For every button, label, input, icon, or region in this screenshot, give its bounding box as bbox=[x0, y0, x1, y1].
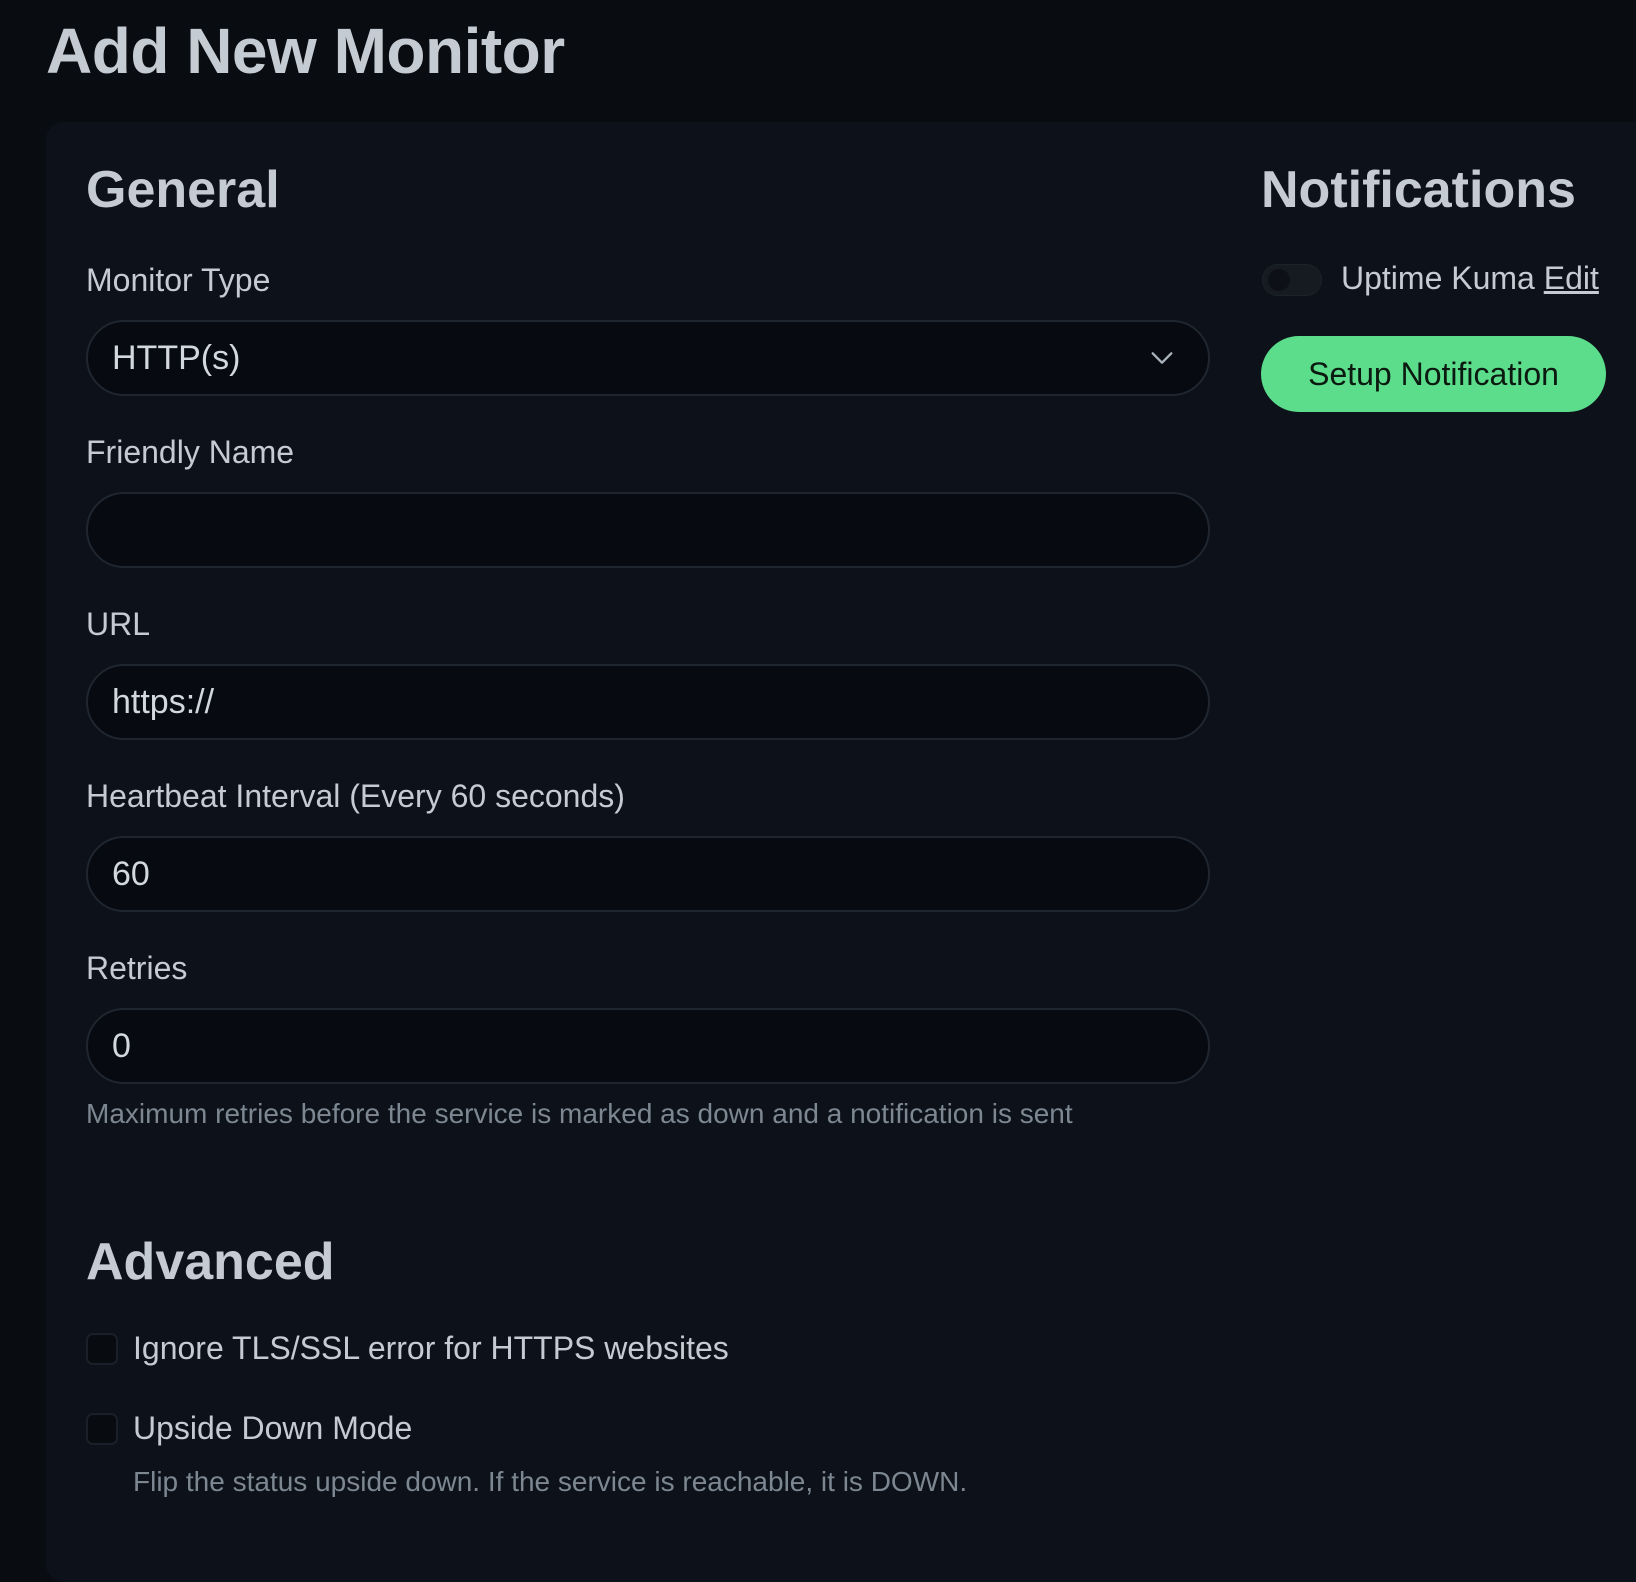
friendly-name-input[interactable] bbox=[86, 492, 1210, 568]
ignore-tls-label[interactable]: Ignore TLS/SSL error for HTTPS websites bbox=[133, 1330, 729, 1367]
ignore-tls-checkbox[interactable] bbox=[86, 1333, 118, 1365]
setup-notification-button[interactable]: Setup Notification bbox=[1261, 336, 1606, 412]
heartbeat-interval-input[interactable] bbox=[86, 836, 1210, 912]
monitor-type-label: Monitor Type bbox=[86, 262, 271, 298]
toggle-knob bbox=[1268, 269, 1290, 291]
notification-name: Uptime Kuma bbox=[1341, 260, 1535, 296]
uptime-kuma-notification-toggle[interactable] bbox=[1262, 264, 1322, 296]
notification-item-uptime-kuma: Uptime Kuma Edit bbox=[1341, 260, 1599, 297]
upside-down-help-text: Flip the status upside down. If the serv… bbox=[133, 1466, 968, 1497]
notifications-section-title: Notifications bbox=[1261, 161, 1576, 219]
url-input[interactable] bbox=[86, 664, 1210, 740]
chevron-down-icon bbox=[1151, 352, 1173, 364]
notification-edit-link[interactable]: Edit bbox=[1544, 260, 1599, 296]
advanced-section-title: Advanced bbox=[86, 1233, 335, 1291]
monitor-type-value: HTTP(s) bbox=[112, 338, 241, 377]
general-section-title: General bbox=[86, 161, 280, 219]
retries-input[interactable] bbox=[86, 1008, 1210, 1084]
url-label: URL bbox=[86, 606, 151, 642]
upside-down-label[interactable]: Upside Down Mode bbox=[133, 1410, 412, 1447]
upside-down-checkbox[interactable] bbox=[86, 1413, 118, 1445]
friendly-name-label: Friendly Name bbox=[86, 434, 295, 470]
retries-help-text: Maximum retries before the service is ma… bbox=[86, 1098, 1073, 1129]
page-title: Add New Monitor bbox=[46, 15, 565, 87]
heartbeat-interval-label: Heartbeat Interval (Every 60 seconds) bbox=[86, 778, 625, 814]
retries-label: Retries bbox=[86, 950, 188, 986]
monitor-type-select[interactable]: HTTP(s) bbox=[86, 320, 1210, 396]
